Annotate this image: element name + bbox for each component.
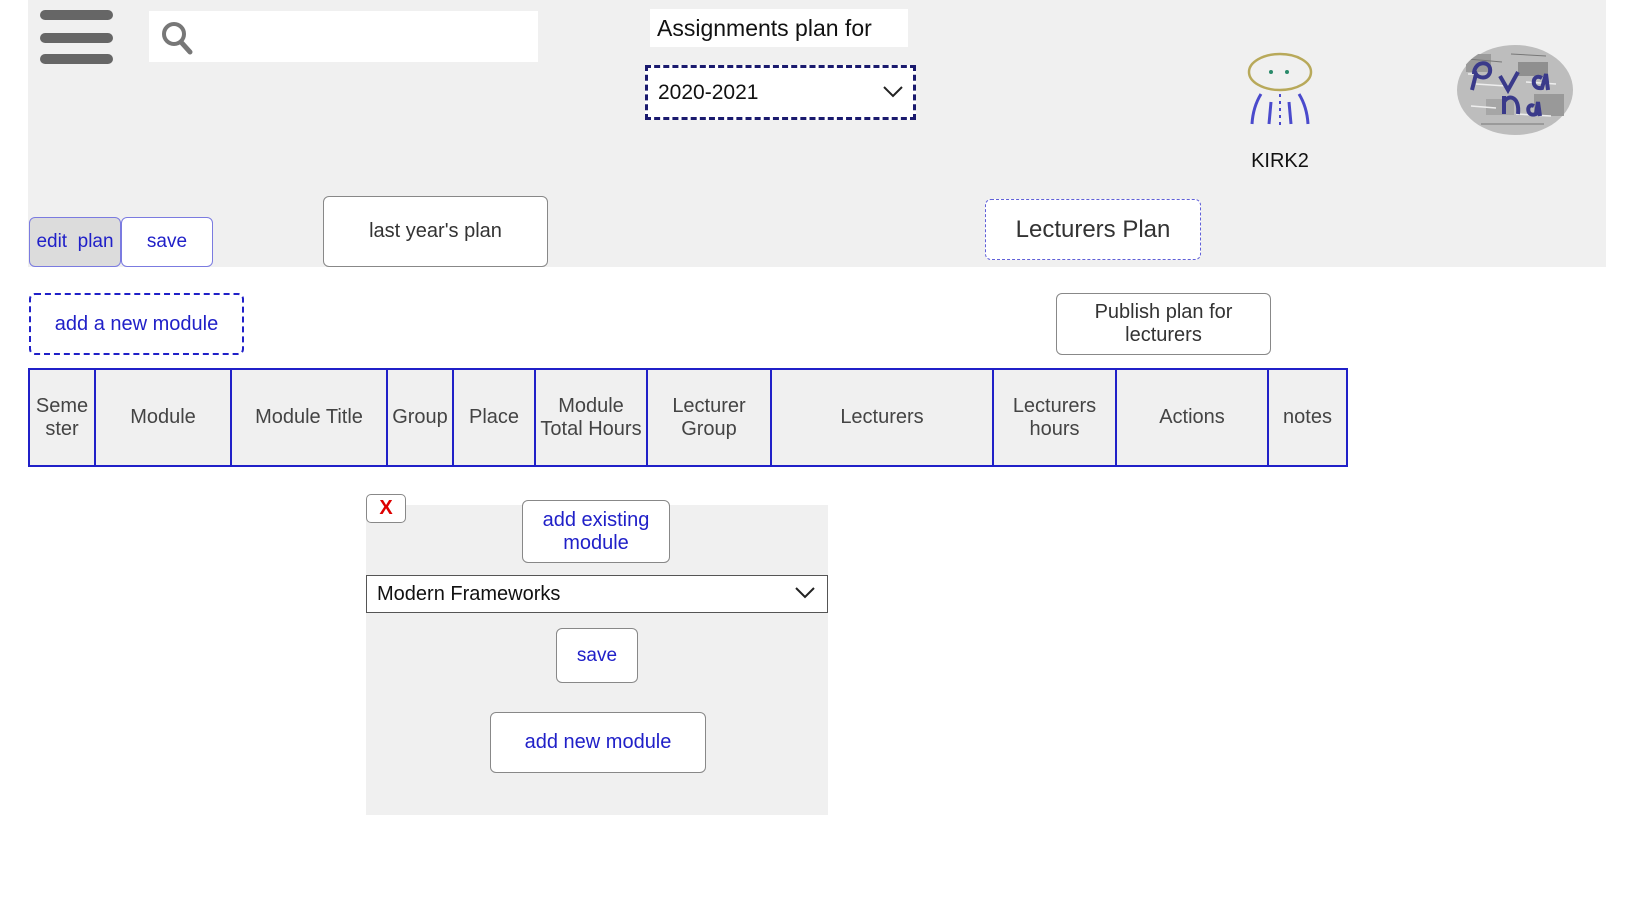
user-name: KIRK2 [1251, 150, 1309, 172]
hamburger-menu-icon[interactable] [40, 8, 113, 66]
column-header-notes: notes [1267, 368, 1348, 467]
search-input[interactable] [201, 19, 530, 56]
add-new-module-button[interactable]: add a new module [29, 293, 244, 355]
table-header-row: Seme ster Module Module Title Group Plac… [28, 368, 1348, 467]
popup-save-button[interactable]: save [556, 628, 638, 683]
chevron-down-icon [795, 587, 815, 599]
module-select-value: Modern Frameworks [377, 583, 561, 605]
last-year-plan-button[interactable]: last year's plan [323, 196, 548, 267]
save-button[interactable]: save [121, 217, 213, 267]
edit-plan-button[interactable]: edit plan [29, 217, 121, 267]
column-header-actions: Actions [1115, 368, 1269, 467]
chevron-down-icon [883, 86, 903, 98]
column-header-semester: Seme ster [28, 368, 96, 467]
brand-logo [1457, 45, 1573, 135]
column-header-place: Place [452, 368, 536, 467]
close-popup-button[interactable]: X [366, 494, 406, 523]
lecturers-plan-button[interactable]: Lecturers Plan [985, 199, 1201, 260]
popup-add-new-module-button[interactable]: add new module [490, 712, 706, 773]
column-header-group: Group [386, 368, 454, 467]
column-header-lecturer-group: Lecturer Group [646, 368, 772, 467]
page-title: Assignments plan for [650, 9, 908, 47]
column-header-lecturers: Lecturers [770, 368, 994, 467]
year-select[interactable]: 2020-2021 [645, 65, 916, 120]
user-avatar-icon[interactable] [1235, 52, 1325, 132]
column-header-module: Module [94, 368, 232, 467]
search-box[interactable] [149, 11, 538, 62]
module-select[interactable]: Modern Frameworks [366, 575, 828, 613]
column-header-module-title: Module Title [230, 368, 388, 467]
add-existing-module-button[interactable]: add existing module [522, 500, 670, 563]
search-icon [162, 22, 193, 55]
assignments-table: Seme ster Module Module Title Group Plac… [28, 368, 1348, 467]
column-header-lecturers-hours: Lecturers hours [992, 368, 1117, 467]
column-header-module-total-hours: Module Total Hours [534, 368, 648, 467]
year-select-value: 2020-2021 [658, 81, 759, 104]
publish-plan-button[interactable]: Publish plan for lecturers [1056, 293, 1271, 355]
